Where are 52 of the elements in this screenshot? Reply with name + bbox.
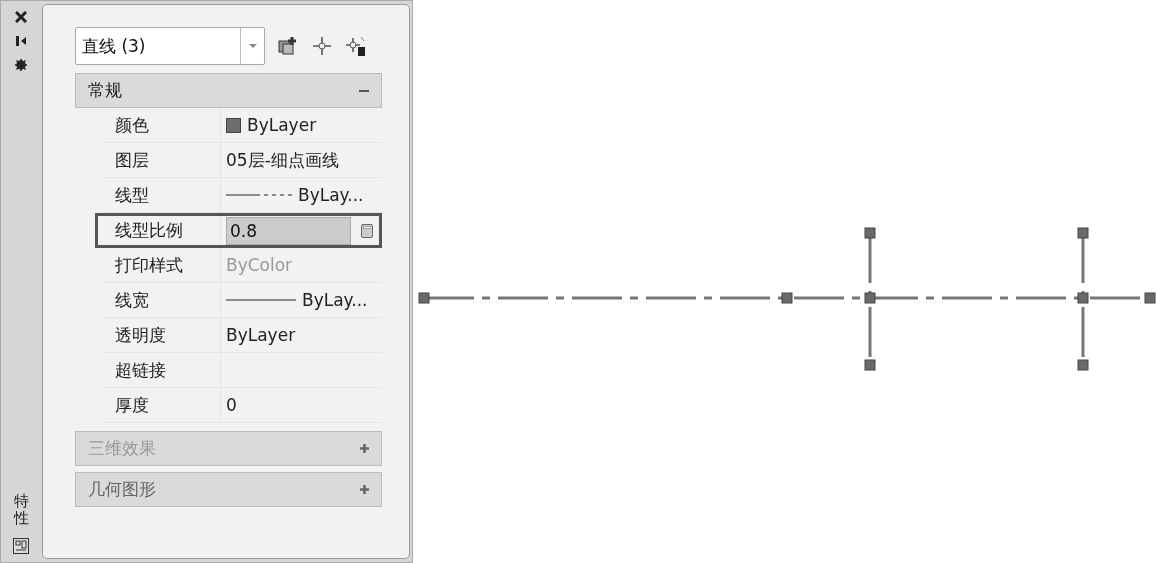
auto-hide-icon[interactable] xyxy=(15,35,27,47)
property-value: 0 xyxy=(226,395,237,415)
property-row[interactable]: 线宽 ByLay... xyxy=(103,283,382,318)
grip-handle[interactable] xyxy=(781,292,793,304)
property-label: 打印样式 xyxy=(114,253,184,277)
property-value: ByColor xyxy=(226,255,293,275)
property-row[interactable]: 超链接 xyxy=(103,353,382,388)
property-label: 图层 xyxy=(114,148,150,172)
property-row[interactable]: 颜色 ByLayer xyxy=(103,108,382,143)
section-header[interactable]: 几何图形 xyxy=(75,472,382,507)
settings-icon[interactable] xyxy=(15,59,27,71)
grip-handle[interactable] xyxy=(864,359,876,371)
lineweight-sample-icon xyxy=(226,299,296,301)
crosshair-icon[interactable] xyxy=(311,35,333,57)
property-row[interactable]: 线型比例 0.8 xyxy=(95,213,382,248)
properties-icon[interactable] xyxy=(13,538,29,554)
palette-title: 特性 xyxy=(13,493,29,526)
linetype-sample-icon xyxy=(226,194,292,196)
property-row[interactable]: 图层 05层-细点画线 xyxy=(103,143,382,178)
property-label: 线型 xyxy=(114,183,150,207)
property-label: 线型比例 xyxy=(114,219,184,242)
grip-handle[interactable] xyxy=(418,292,430,304)
input-field[interactable]: 0.8 xyxy=(226,216,351,245)
property-row[interactable]: 线型 ByLay... xyxy=(103,178,382,213)
grip-handle[interactable] xyxy=(864,292,876,304)
expand-icon xyxy=(360,485,369,494)
property-value: ByLayer xyxy=(226,325,296,345)
caret-icon xyxy=(248,44,257,48)
property-label: 透明度 xyxy=(114,323,167,347)
property-value: ByLay... xyxy=(302,290,368,310)
collapse-icon xyxy=(359,89,369,92)
section-header[interactable]: 常规 xyxy=(75,73,382,108)
property-label: 颜色 xyxy=(114,113,150,137)
property-label: 线宽 xyxy=(114,288,150,312)
calculator-icon[interactable] xyxy=(361,223,373,238)
grip-handle[interactable] xyxy=(1077,359,1089,371)
property-label: 厚度 xyxy=(114,393,150,417)
grip-handle[interactable] xyxy=(1077,227,1089,239)
expand-icon xyxy=(360,444,369,453)
property-row[interactable]: 透明度 ByLayer xyxy=(103,318,382,353)
close-icon[interactable] xyxy=(15,11,27,23)
toggle-pickadd-icon[interactable] xyxy=(345,35,367,57)
property-row[interactable]: 厚度 0 xyxy=(103,388,382,423)
grip-handle[interactable] xyxy=(864,227,876,239)
selection-dropdown[interactable]: 直线 (3) xyxy=(75,27,265,65)
quick-select-icon[interactable] xyxy=(277,35,299,57)
property-value: ByLayer xyxy=(247,115,317,135)
grip-handle[interactable] xyxy=(1077,292,1089,304)
property-value: 05层-细点画线 xyxy=(226,148,339,172)
property-value: ByLay... xyxy=(298,185,364,205)
grip-handle[interactable] xyxy=(1144,292,1156,304)
property-label: 超链接 xyxy=(114,358,167,382)
